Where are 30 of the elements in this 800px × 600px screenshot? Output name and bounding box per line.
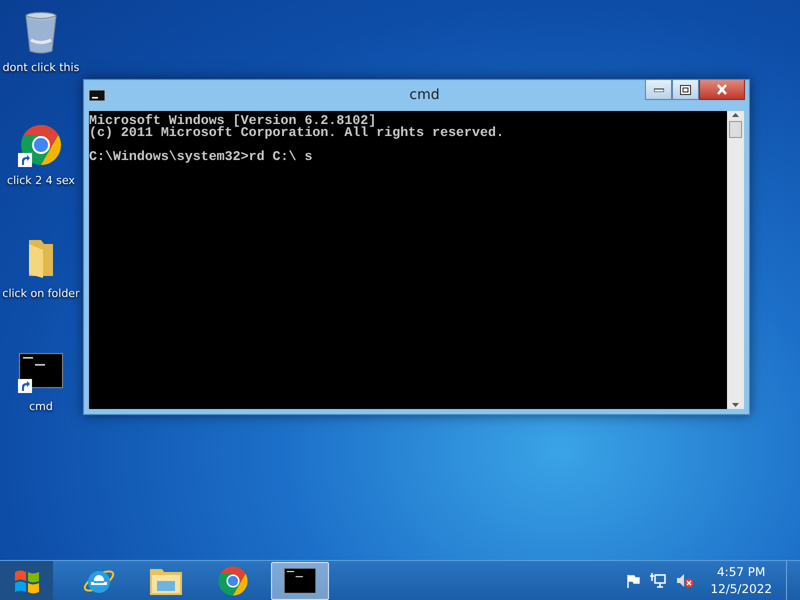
minimize-button[interactable] bbox=[645, 80, 672, 100]
console-icon bbox=[284, 568, 316, 594]
windows-logo-icon bbox=[12, 568, 40, 594]
desktop-icon-label[interactable]: click on folder bbox=[2, 286, 80, 302]
desktop-icon-label[interactable]: dont click this bbox=[2, 60, 80, 76]
clock[interactable]: 4:57 PM 12/5/2022 bbox=[704, 564, 778, 598]
close-icon bbox=[716, 84, 728, 95]
console-line: (c) 2011 Microsoft Corporation. All rights reserved. bbox=[89, 127, 505, 139]
chrome-icon bbox=[217, 564, 249, 596]
console-icon bbox=[89, 90, 105, 101]
desktop-icon-label[interactable]: cmd bbox=[29, 399, 53, 416]
close-button[interactable] bbox=[699, 80, 745, 100]
start-button[interactable] bbox=[0, 560, 53, 600]
minimize-icon bbox=[654, 88, 664, 92]
command-prompt-line: C:\Windows\system32>rd C:\ s bbox=[89, 151, 314, 163]
flag-icon[interactable] bbox=[626, 574, 640, 588]
chrome-icon bbox=[19, 123, 63, 167]
speaker-muted-icon[interactable] bbox=[676, 573, 694, 588]
scrollbar[interactable] bbox=[727, 111, 744, 409]
maximize-button[interactable] bbox=[672, 80, 699, 100]
maximize-icon bbox=[680, 84, 691, 94]
taskbar-button[interactable] bbox=[271, 562, 329, 600]
scroll-up-arrow-icon[interactable] bbox=[732, 113, 739, 117]
console-icon bbox=[19, 353, 63, 389]
scroll-thumb[interactable] bbox=[729, 121, 742, 138]
console-line: Microsoft Windows [Version 6.2.8102] bbox=[89, 115, 378, 127]
network-icon[interactable] bbox=[650, 573, 666, 588]
window-title: cmd bbox=[409, 86, 440, 105]
scroll-down-arrow-icon[interactable] bbox=[732, 403, 739, 407]
desktop-icon-label[interactable]: click 2 4 sex bbox=[7, 173, 75, 190]
